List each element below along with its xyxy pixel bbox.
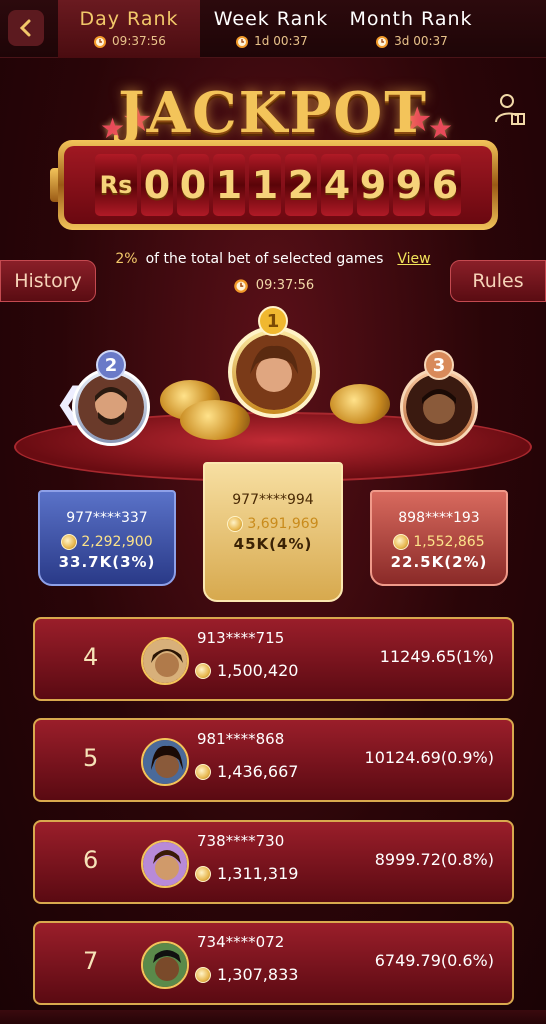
next-row-peek — [0, 1010, 546, 1024]
coin-icon — [195, 966, 211, 983]
player-id: 738****730 — [197, 832, 285, 850]
jackpot-percent: 2% — [115, 251, 138, 267]
podium-card-first[interactable]: 977****994 3,691,969 45K(4%) — [203, 462, 343, 602]
tab-week-rank[interactable]: Week Rank 1d 00:37 — [200, 0, 342, 58]
player-id: 734****072 — [197, 933, 285, 951]
rank-row[interactable]: 7 734****072 1,307,833 6749.79(0.6%) — [33, 921, 514, 1005]
player-coins: 1,500,420 — [217, 661, 299, 680]
back-button[interactable] — [8, 10, 44, 46]
podium-avatar-third: 3 — [386, 350, 494, 460]
tab-label: Day Rank — [79, 8, 179, 30]
alarm-clock-icon — [236, 36, 249, 48]
tab-timer: 1d 00:37 — [254, 34, 308, 48]
avatar — [141, 840, 189, 888]
chevron-left-icon — [19, 19, 31, 37]
player-prize: 33.7K(3%) — [58, 553, 156, 571]
player-prize: 10124.69(0.9%) — [364, 748, 494, 767]
alarm-clock-icon — [376, 36, 389, 48]
player-prize: 22.5K(2%) — [390, 553, 488, 571]
player-id: 981****868 — [197, 730, 285, 748]
player-id: 977****337 — [66, 510, 148, 526]
user-gift-icon[interactable] — [494, 92, 526, 126]
podium-avatar-second: ❮ 2 — [54, 350, 166, 460]
counter-digit: 0 — [177, 154, 209, 216]
tab-label: Month Rank — [349, 8, 473, 30]
player-coins: 3,691,969 — [247, 516, 319, 532]
rank-number: 7 — [83, 947, 99, 975]
tab-month-rank[interactable]: Month Rank 3d 00:37 — [342, 0, 480, 58]
player-prize: 45K(4%) — [233, 535, 313, 553]
alarm-clock-icon — [234, 279, 248, 293]
player-coins: 1,436,667 — [217, 762, 299, 781]
coin-icon — [61, 534, 78, 550]
player-prize: 6749.79(0.6%) — [374, 951, 494, 970]
crown-badge: 1 — [258, 306, 288, 336]
jackpot-title: JACKPOT — [118, 80, 428, 146]
podium-avatar-first: 1 — [204, 306, 342, 436]
counter-digit: 6 — [429, 154, 461, 216]
counter-digit: 4 — [321, 154, 353, 216]
player-prize: 8999.72(0.8%) — [374, 850, 494, 869]
avatar — [78, 374, 144, 440]
player-coins: 1,307,833 — [217, 965, 299, 984]
tab-timer: 3d 00:37 — [394, 34, 448, 48]
rules-button[interactable]: Rules — [450, 260, 546, 302]
coin-icon — [227, 516, 244, 532]
player-prize: 11249.65(1%) — [379, 647, 494, 666]
rank-tab-bar: Day Rank 09:37:56 Week Rank 1d 00:37 Mon… — [0, 0, 546, 58]
player-coins: 2,292,900 — [81, 534, 153, 550]
counter-digit: 9 — [357, 154, 389, 216]
jackpot-timer-value: 09:37:56 — [255, 277, 315, 293]
avatar — [406, 374, 472, 440]
tab-day-rank[interactable]: Day Rank 09:37:56 — [58, 0, 200, 58]
avatar — [141, 941, 189, 989]
crown-badge: 2 — [96, 350, 126, 380]
player-coins: 1,552,865 — [413, 534, 485, 550]
avatar — [141, 738, 189, 786]
jackpot-description-text: of the total bet of selected games — [145, 251, 384, 267]
counter-digit: 1 — [249, 154, 281, 216]
coin-icon — [195, 865, 211, 882]
rank-row[interactable]: 6 738****730 1,311,319 8999.72(0.8%) — [33, 820, 514, 904]
coin-icon — [195, 662, 211, 679]
currency-symbol: Rs — [95, 154, 137, 216]
rank-number: 4 — [83, 643, 99, 671]
rank-row[interactable]: 4 913****715 1,500,420 11249.65(1%) — [33, 617, 514, 701]
rank-number: 5 — [83, 744, 99, 772]
podium-card-third[interactable]: 898****193 1,552,865 22.5K(2%) — [370, 490, 508, 586]
counter-digit: 0 — [141, 154, 173, 216]
crown-badge: 3 — [424, 350, 454, 380]
counter-digit: 2 — [285, 154, 317, 216]
player-coins: 1,311,319 — [217, 864, 299, 883]
jackpot-counter: Rs 0 0 1 1 2 4 9 9 6 — [58, 140, 498, 230]
avatar — [236, 334, 312, 410]
podium-card-second[interactable]: 977****337 2,292,900 33.7K(3%) — [38, 490, 176, 586]
rank-number: 6 — [83, 846, 99, 874]
history-button[interactable]: History — [0, 260, 96, 302]
player-id: 898****193 — [398, 510, 480, 526]
coin-icon — [393, 534, 410, 550]
counter-digit: 1 — [213, 154, 245, 216]
view-link[interactable]: View — [397, 251, 430, 267]
player-id: 977****994 — [232, 492, 314, 508]
coin-icon — [195, 763, 211, 780]
avatar — [141, 637, 189, 685]
tab-label: Week Rank — [213, 8, 329, 30]
tab-timer: 09:37:56 — [112, 34, 166, 48]
player-id: 913****715 — [197, 629, 285, 647]
rank-row[interactable]: 5 981****868 1,436,667 10124.69(0.9%) — [33, 718, 514, 802]
alarm-clock-icon — [94, 36, 107, 48]
counter-digit: 9 — [393, 154, 425, 216]
